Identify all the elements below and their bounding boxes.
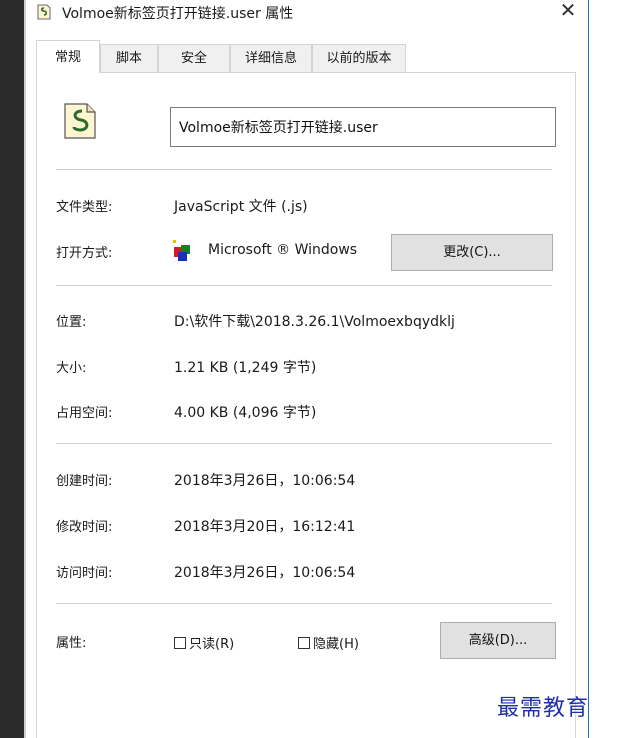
- tab-script[interactable]: 脚本: [100, 44, 158, 72]
- modified-label: 修改时间:: [56, 520, 113, 535]
- opens-with-value: Microsoft ® Windows: [208, 242, 358, 258]
- accessed-value: 2018年3月26日，10:06:54: [174, 565, 356, 581]
- advanced-button[interactable]: 高级(D)...: [440, 622, 556, 659]
- background-left-edge: [0, 0, 24, 738]
- separator: [56, 443, 552, 444]
- window-border-right: [588, 0, 589, 738]
- title-bar: Volmoe新标签页打开链接.user 属性 ✕: [30, 0, 586, 24]
- script-file-icon: [64, 103, 96, 139]
- size-on-disk-value: 4.00 KB (4,096 字节): [174, 405, 317, 421]
- hidden-checkbox-box[interactable]: [298, 636, 310, 649]
- tab-previous-versions[interactable]: 以前的版本: [312, 44, 406, 72]
- separator: [56, 603, 552, 604]
- separator: [56, 169, 552, 170]
- windows-script-host-icon: [173, 240, 190, 261]
- tab-security[interactable]: 安全: [158, 44, 230, 72]
- modified-value: 2018年3月20日，16:12:41: [174, 519, 356, 535]
- accessed-label: 访问时间:: [56, 566, 113, 581]
- size-label: 大小:: [56, 361, 87, 376]
- script-file-icon: [37, 4, 51, 20]
- readonly-checkbox-box[interactable]: [174, 636, 186, 649]
- size-on-disk-label: 占用空间:: [56, 406, 113, 421]
- tab-details[interactable]: 详细信息: [230, 44, 312, 72]
- separator: [56, 285, 552, 286]
- hidden-checkbox[interactable]: 隐藏(H): [298, 633, 359, 652]
- location-label: 位置:: [56, 315, 87, 330]
- created-value: 2018年3月26日，10:06:54: [174, 473, 356, 489]
- tab-general[interactable]: 常规: [36, 40, 100, 73]
- window-title: Volmoe新标签页打开链接.user 属性: [62, 6, 294, 22]
- created-label: 创建时间:: [56, 474, 113, 489]
- file-name-field[interactable]: [170, 107, 556, 147]
- close-button[interactable]: ✕: [550, 0, 586, 23]
- readonly-checkbox-label: 只读(R): [189, 637, 235, 652]
- readonly-checkbox[interactable]: 只读(R): [174, 633, 234, 652]
- file-type-label: 文件类型:: [56, 200, 113, 215]
- location-value: D:\软件下载\2018.3.26.1\Volmoexbqydklj: [174, 314, 455, 330]
- opens-with-label: 打开方式:: [56, 246, 113, 261]
- attributes-label: 属性:: [56, 636, 87, 651]
- hidden-checkbox-label: 隐藏(H): [313, 637, 359, 652]
- window-border-left: [24, 0, 26, 738]
- watermark: 最需教育: [497, 696, 590, 721]
- file-type-value: JavaScript 文件 (.js): [174, 199, 308, 215]
- size-value: 1.21 KB (1,249 字节): [174, 360, 317, 376]
- change-button[interactable]: 更改(C)...: [391, 234, 553, 271]
